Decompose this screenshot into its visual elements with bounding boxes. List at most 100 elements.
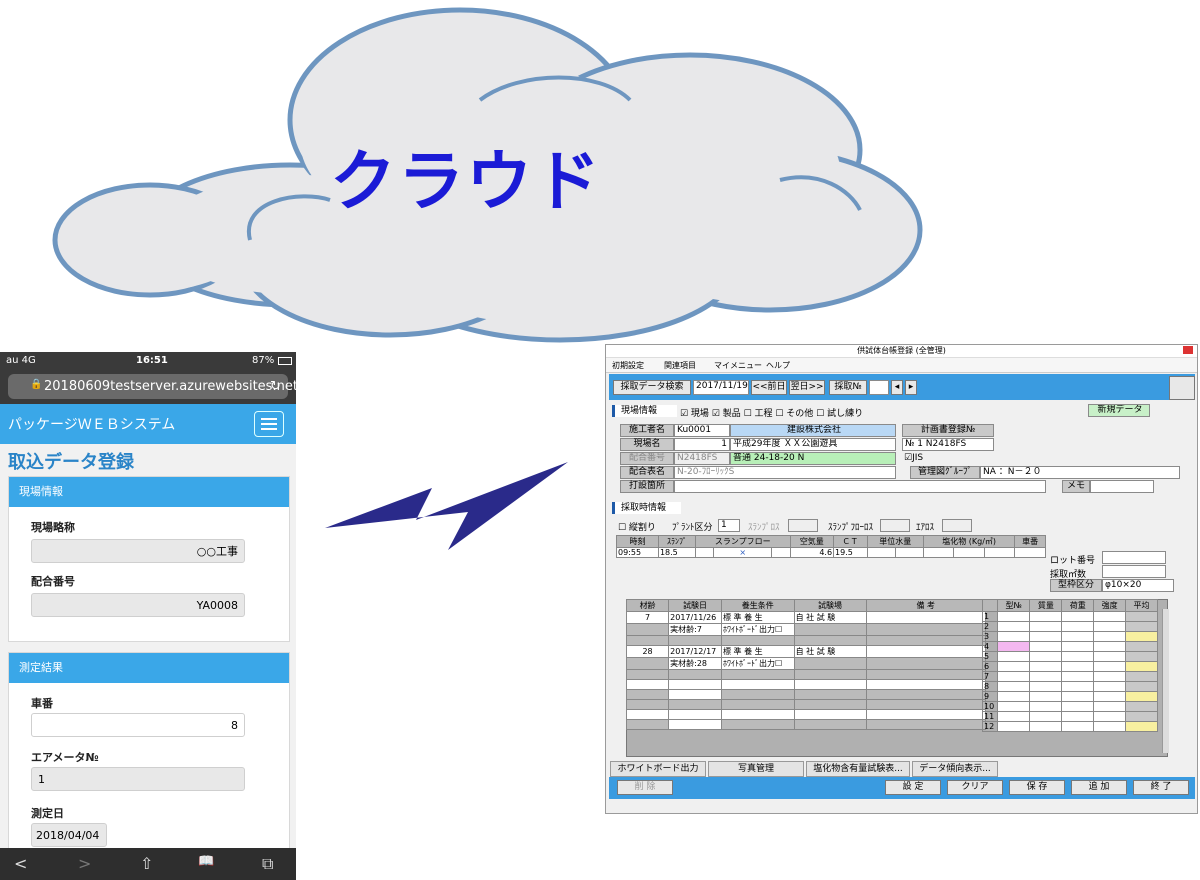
- table-row[interactable]: 28 2017/12/17 標 準 養 生 自 社 試 験: [625, 645, 987, 658]
- share-icon[interactable]: ⇧: [140, 854, 153, 873]
- memo-label[interactable]: メモ: [1062, 480, 1090, 493]
- table-cell[interactable]: 4.6: [789, 547, 835, 558]
- forward-icon[interactable]: >: [78, 854, 91, 873]
- chart-group-label[interactable]: 管理図ｸﾞﾙｰﾌﾟ: [910, 466, 980, 479]
- whiteboard-output-cell[interactable]: ﾎﾜｲﾄﾎﾞｰﾄﾞ出力☐: [721, 657, 795, 670]
- test-site-cell[interactable]: 自 社 試 験: [793, 645, 867, 658]
- placement-label[interactable]: 打設箇所: [620, 480, 674, 493]
- table-cell[interactable]: [922, 547, 955, 558]
- mix-no-field[interactable]: YA0008: [31, 593, 245, 617]
- settings-button[interactable]: 設 定: [885, 780, 941, 795]
- table-cell[interactable]: ×: [713, 547, 773, 558]
- age-cell[interactable]: 28: [625, 645, 670, 658]
- placement-select[interactable]: [674, 480, 1046, 493]
- col-header: 試験日: [668, 599, 722, 612]
- curing-cell[interactable]: 標 準 養 生: [721, 611, 795, 624]
- test-date-cell[interactable]: 2017/12/17: [668, 645, 722, 658]
- delete-button[interactable]: 削 除: [617, 780, 673, 795]
- measure-date-input[interactable]: 2018/04/04: [31, 823, 107, 847]
- col-header: スランプフロー: [694, 535, 791, 548]
- category-checkboxes[interactable]: ☑ 現場 ☑ 製品 ☐ 工程 ☐ その他 ☐ 試し練り: [680, 406, 863, 419]
- menu-help[interactable]: ヘルプ: [766, 360, 790, 371]
- close-icon[interactable]: [1183, 346, 1193, 354]
- tabs-icon[interactable]: ⧉: [262, 854, 273, 874]
- table-cell[interactable]: [953, 547, 985, 558]
- prev-record-icon[interactable]: ◂: [891, 380, 903, 395]
- remarks-cell[interactable]: [865, 611, 987, 624]
- mix-table-select[interactable]: N-20-ﾌﾛｰﾘｯｸS: [674, 466, 896, 479]
- plan-no-label[interactable]: 計画書登録№: [902, 424, 994, 437]
- air-meter-select[interactable]: 1: [31, 767, 245, 791]
- table-cell[interactable]: [694, 547, 715, 558]
- test-site-cell[interactable]: 自 社 試 験: [793, 611, 867, 624]
- chart-group-select[interactable]: NA ：N－２０: [980, 466, 1180, 479]
- test-date-cell[interactable]: 2017/11/26: [668, 611, 722, 624]
- split-checkbox[interactable]: ☐ 縦割り: [618, 520, 656, 533]
- bookmarks-icon[interactable]: 📖: [198, 854, 214, 869]
- table-cell[interactable]: [894, 547, 924, 558]
- col-header: 車番: [1014, 535, 1046, 548]
- col-header: 単位水量: [866, 535, 924, 548]
- date-field[interactable]: 2017/11/19: [693, 380, 749, 395]
- scrollbar[interactable]: [1162, 609, 1169, 753]
- sample-count-field[interactable]: [1102, 565, 1166, 578]
- action-bar: 削 除 設 定 クリア 保 存 追 加 終 了: [609, 777, 1195, 799]
- table-cell[interactable]: 19.5: [833, 547, 868, 558]
- contractor-label[interactable]: 施工者名: [620, 424, 674, 437]
- whiteboard-output-cell[interactable]: ﾎﾜｲﾄﾎﾞｰﾄﾞ出力☐: [721, 623, 795, 636]
- tab-data-trend[interactable]: データ傾向表示...: [912, 761, 998, 777]
- hamburger-menu-icon[interactable]: [254, 411, 284, 437]
- clear-button[interactable]: クリア: [947, 780, 1003, 795]
- mix-table-label[interactable]: 配合表名: [620, 466, 674, 479]
- sample-no-input[interactable]: [869, 380, 889, 395]
- site-name-field[interactable]: ○○工事: [31, 539, 245, 563]
- back-icon[interactable]: <: [14, 854, 27, 873]
- menu-related-items[interactable]: 関連項目: [664, 360, 696, 371]
- exit-button[interactable]: 終 了: [1133, 780, 1189, 795]
- plant-select[interactable]: 1: [718, 519, 740, 532]
- memo-field[interactable]: [1090, 480, 1154, 493]
- table-cell[interactable]: 09:55: [616, 547, 659, 558]
- reload-icon[interactable]: ↻: [270, 379, 281, 394]
- plan-no-select[interactable]: № 1 N2418FS: [902, 438, 994, 451]
- lock-icon: 🔒: [30, 379, 43, 390]
- measure-date-label: 測定日: [31, 807, 64, 820]
- table-cell[interactable]: [866, 547, 896, 558]
- site-name-label[interactable]: 現場名: [620, 438, 674, 451]
- table-cell[interactable]: [983, 547, 1016, 558]
- col-header: ｽﾗﾝﾌﾟ: [657, 535, 696, 548]
- url-field[interactable]: 🔒 20180609testserver.azurewebsites.net ↻: [8, 374, 296, 399]
- prev-day-button[interactable]: <<前日: [751, 380, 787, 395]
- remarks-cell[interactable]: [865, 645, 987, 658]
- lot-no-field[interactable]: [1102, 551, 1166, 564]
- age-cell[interactable]: 7: [625, 611, 670, 624]
- sample-no-button[interactable]: 採取№: [829, 380, 867, 395]
- save-button[interactable]: 保 存: [1009, 780, 1065, 795]
- site-name-select[interactable]: 平成29年度 ＸＸ公園遊具: [730, 438, 896, 451]
- app-brand[interactable]: パッケージＷＥＢシステム: [8, 414, 175, 434]
- table-row[interactable]: 7 2017/11/26 標 準 養 生 自 社 試 験: [625, 611, 987, 624]
- next-day-button[interactable]: 翌日>>: [789, 380, 825, 395]
- site-no[interactable]: 1: [674, 438, 730, 451]
- truck-no-input[interactable]: 8: [31, 713, 245, 737]
- menu-initial-settings[interactable]: 初期設定: [612, 360, 644, 371]
- table-cell[interactable]: [1014, 547, 1046, 558]
- col-header: 平均: [1125, 599, 1158, 612]
- col-header: 強度: [1093, 599, 1127, 612]
- tab-chloride-test[interactable]: 塩化物含有量試験表...: [806, 761, 910, 777]
- curing-cell[interactable]: 標 準 養 生: [721, 645, 795, 658]
- jis-checkbox[interactable]: ☑JIS: [904, 453, 923, 463]
- mold-type-label[interactable]: 型枠区分: [1050, 579, 1102, 592]
- mold-type-select[interactable]: φ10×20: [1102, 579, 1174, 592]
- menu-my-menu[interactable]: マイメニュー: [714, 360, 762, 371]
- table-cell[interactable]: 18.5: [657, 547, 696, 558]
- tab-whiteboard-output[interactable]: ホワイトボード出力: [610, 761, 706, 777]
- next-record-icon[interactable]: ▸: [905, 380, 917, 395]
- add-button[interactable]: 追 加: [1071, 780, 1127, 795]
- site-info-header: 現場情報: [612, 405, 677, 417]
- tab-photo-management[interactable]: 写真管理: [708, 761, 804, 777]
- sample-search-button[interactable]: 採取データ検索: [613, 380, 691, 395]
- contractor-code[interactable]: Ku0001: [674, 424, 730, 437]
- table-cell[interactable]: [771, 547, 791, 558]
- col-header: 塩化物 (Kg/㎥): [922, 535, 1016, 548]
